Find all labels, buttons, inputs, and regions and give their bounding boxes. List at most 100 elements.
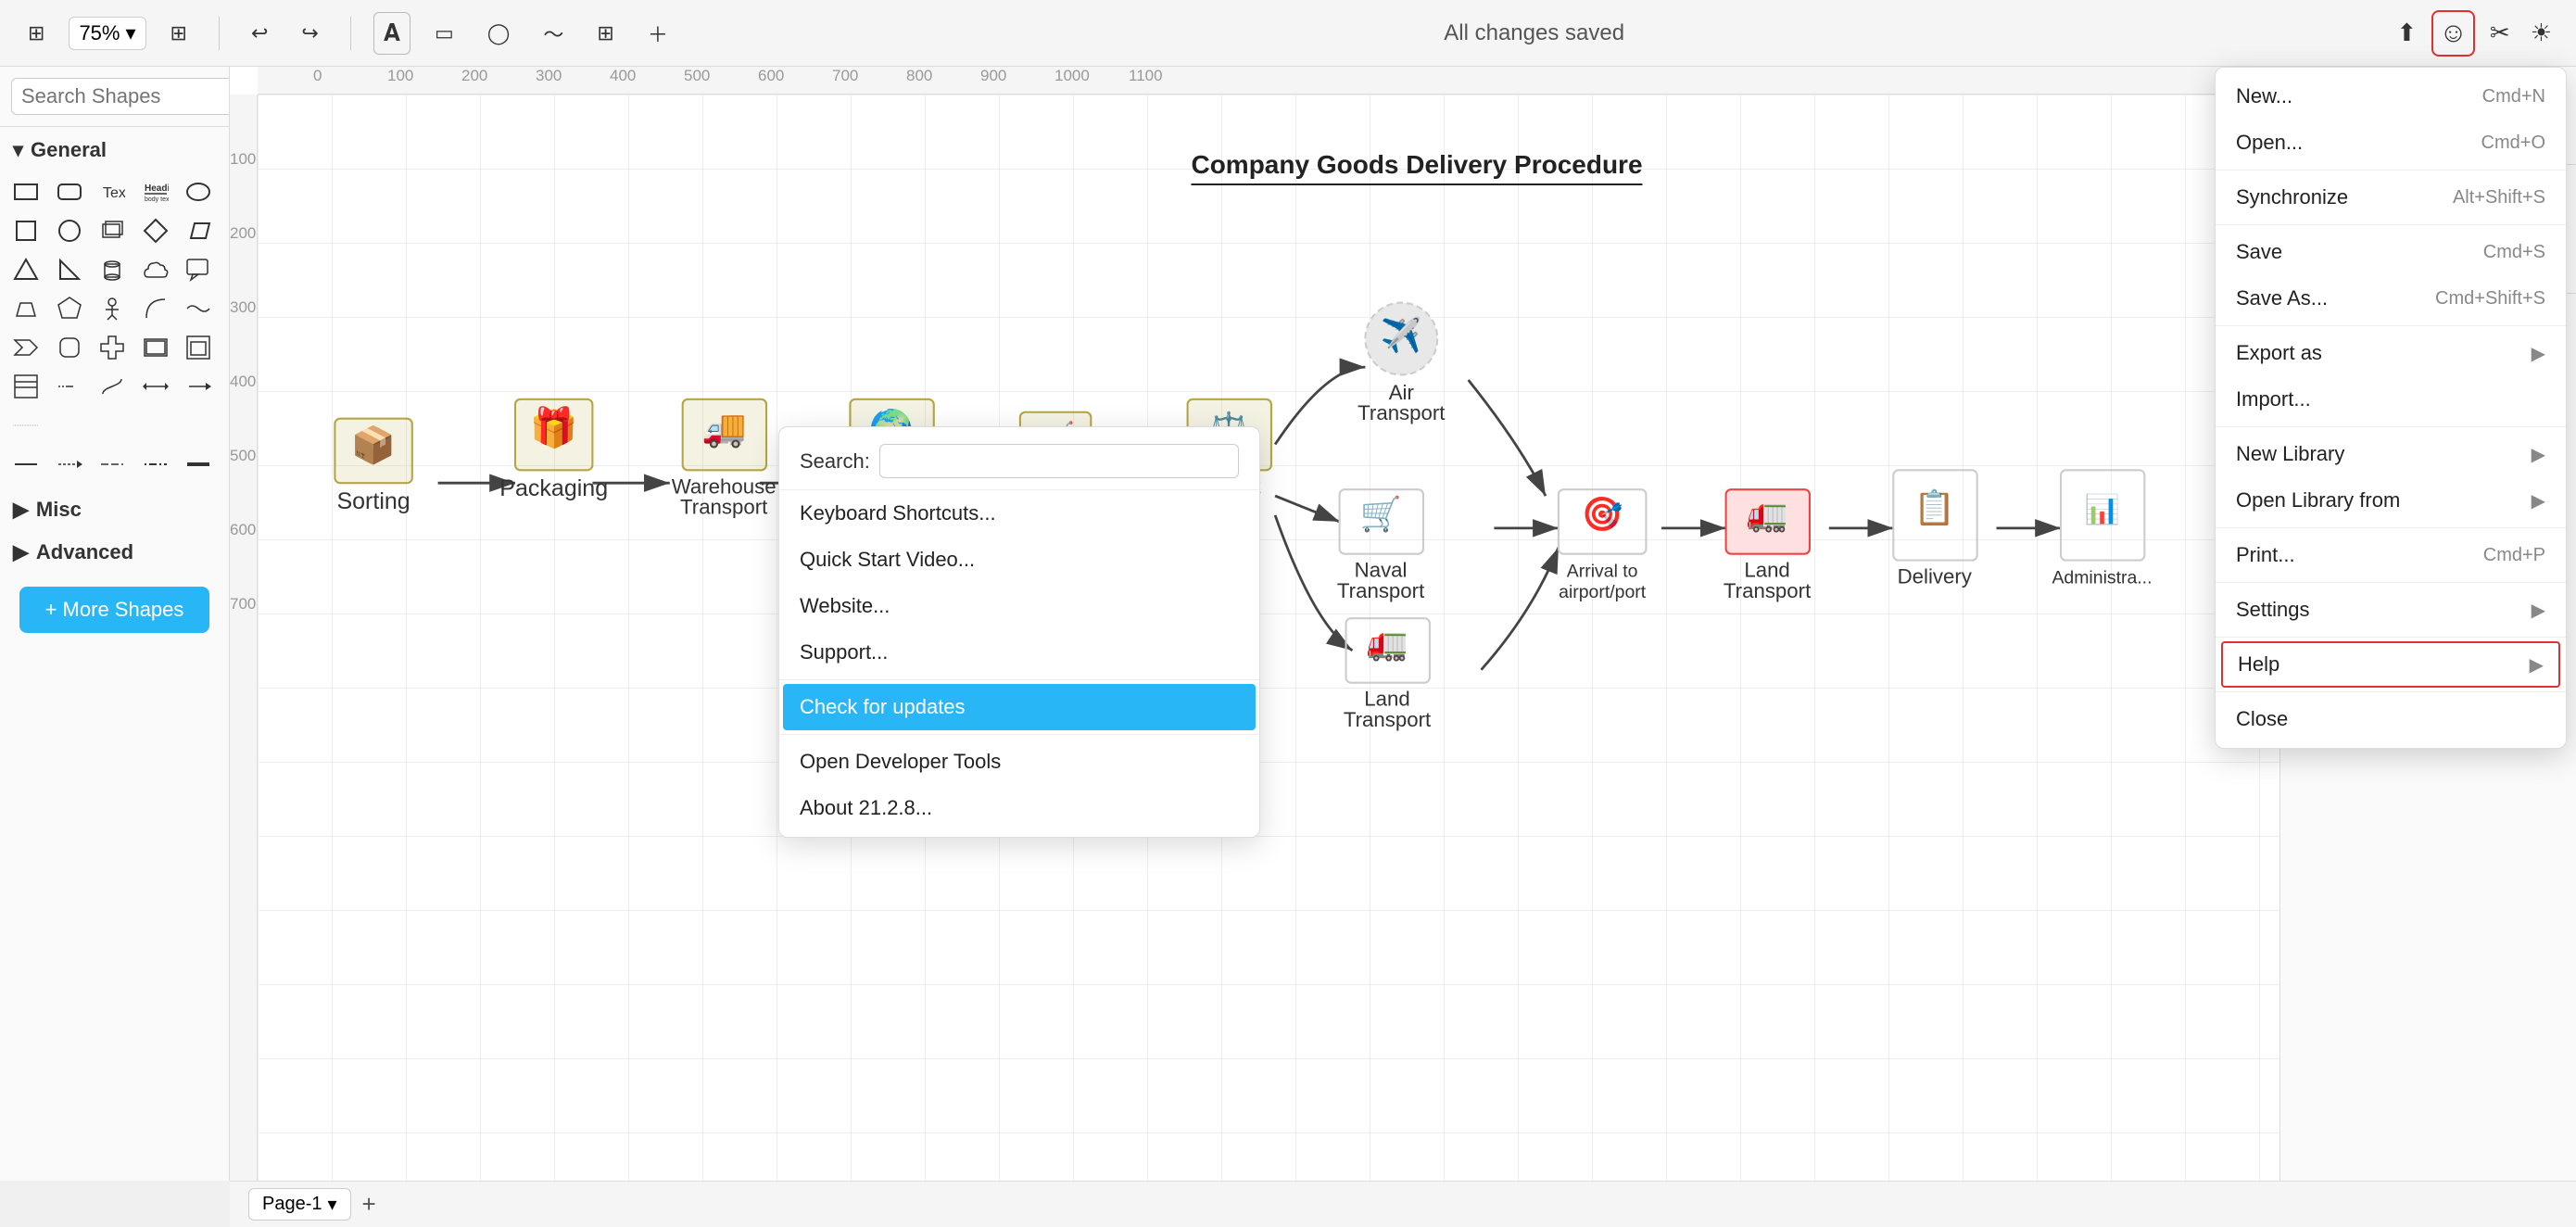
shape-rect[interactable] xyxy=(9,175,43,209)
help-about[interactable]: About 21.2.8... xyxy=(779,785,1259,831)
menu-export[interactable]: Export as ▶ xyxy=(2216,330,2566,376)
page-tab[interactable]: Page-1 ▾ xyxy=(248,1188,351,1221)
shape-callout[interactable] xyxy=(182,253,215,286)
shape-wave[interactable] xyxy=(182,292,215,325)
shape-line-dash[interactable] xyxy=(95,448,129,481)
menu-save-as-label: Save As... xyxy=(2236,286,2328,310)
menu-divider-2 xyxy=(2216,224,2566,225)
table-tool-btn[interactable]: ⊞ xyxy=(587,16,623,51)
shape-diamond[interactable] xyxy=(139,214,172,247)
shape-cloud[interactable] xyxy=(139,253,172,286)
svg-text:Administra...: Administra... xyxy=(2052,568,2152,588)
general-label: General xyxy=(31,138,107,162)
shapes-grid-general: Text Headingbody text xyxy=(0,170,229,487)
sidebar-section-advanced[interactable]: ▶ Advanced xyxy=(0,529,229,572)
sidebar-section-general[interactable]: ▾ General xyxy=(0,127,229,170)
help-shortcuts[interactable]: Keyboard Shortcuts... xyxy=(779,490,1259,537)
help-shortcuts-label: Keyboard Shortcuts... xyxy=(800,501,996,525)
svg-text:Land: Land xyxy=(1744,559,1789,582)
svg-text:Text: Text xyxy=(103,185,125,201)
shape-ellipse[interactable] xyxy=(182,175,215,209)
shape-dash-line[interactable] xyxy=(53,370,86,403)
panels-toggle-btn[interactable]: ⊞ xyxy=(19,16,54,51)
shape-chevron[interactable] xyxy=(9,331,43,364)
shape-arc[interactable] xyxy=(139,292,172,325)
shape-s-curve[interactable] xyxy=(95,370,129,403)
shape-line-arrow[interactable] xyxy=(53,448,86,481)
menu-save[interactable]: Save Cmd+S xyxy=(2216,229,2566,275)
help-updates[interactable]: Check for updates xyxy=(783,684,1256,730)
share-btn[interactable]: ⬆ xyxy=(2391,13,2422,53)
shape-double-rect[interactable] xyxy=(139,331,172,364)
shape-cross[interactable] xyxy=(95,331,129,364)
diagram-title: Company Goods Delivery Procedure xyxy=(1191,150,1642,185)
shape-parallelogram[interactable] xyxy=(182,214,215,247)
divider-1 xyxy=(219,17,220,50)
shape-circle[interactable] xyxy=(53,214,86,247)
shape-arrow-r[interactable] xyxy=(182,370,215,403)
add-page-icon-btn[interactable]: ⊞ xyxy=(161,16,196,51)
undo-btn[interactable]: ↩ xyxy=(242,16,277,51)
shape-trapezoid[interactable] xyxy=(9,292,43,325)
help-website[interactable]: Website... xyxy=(779,583,1259,629)
shape-frame[interactable] xyxy=(182,331,215,364)
shape-line-thick[interactable] xyxy=(182,448,215,481)
menu-new-library[interactable]: New Library ▶ xyxy=(2216,431,2566,477)
text-tool-btn[interactable]: 𝐀 xyxy=(373,12,410,55)
help-support[interactable]: Support... xyxy=(779,629,1259,676)
status-text: All changes saved xyxy=(1444,20,1624,45)
menu-print[interactable]: Print... Cmd+P xyxy=(2216,532,2566,578)
shape-rounded-square[interactable] xyxy=(53,331,86,364)
help-search-input[interactable] xyxy=(879,444,1239,478)
shape-text[interactable]: Text xyxy=(95,175,129,209)
shape-rounded-rect[interactable] xyxy=(53,175,86,209)
shape-line-dotdash[interactable] xyxy=(139,448,172,481)
add-page-btn[interactable]: + xyxy=(362,1190,376,1219)
shape-pentagon[interactable] xyxy=(53,292,86,325)
face-btn[interactable]: ☺ xyxy=(2431,10,2475,57)
draw-tool-btn[interactable]: 〜 xyxy=(534,13,573,54)
svg-text:🎯: 🎯 xyxy=(1582,495,1623,533)
ellipse-tool-btn[interactable]: ◯ xyxy=(478,16,520,51)
menu-open-library[interactable]: Open Library from ▶ xyxy=(2216,477,2566,524)
menu-divider-6 xyxy=(2216,582,2566,583)
shape-list[interactable] xyxy=(9,370,43,403)
shape-3d-rect[interactable] xyxy=(95,214,129,247)
menu-help-arrow: ▶ xyxy=(2530,653,2544,677)
shape-cylinder[interactable] xyxy=(95,253,129,286)
search-input[interactable] xyxy=(11,78,230,115)
shape-line-plain[interactable] xyxy=(9,448,43,481)
theme-btn[interactable]: ☀ xyxy=(2525,13,2557,53)
insert-tool-btn[interactable]: ＋ xyxy=(638,13,677,54)
zoom-control[interactable]: 75% ▾ xyxy=(69,17,145,50)
menu-import[interactable]: Import... xyxy=(2216,376,2566,423)
rect-tool-btn[interactable]: ▭ xyxy=(425,16,463,51)
menu-close[interactable]: Close xyxy=(2216,696,2566,742)
shape-triangle[interactable] xyxy=(9,253,43,286)
svg-text:Arrival to: Arrival to xyxy=(1567,562,1638,582)
help-devtools[interactable]: Open Developer Tools xyxy=(779,739,1259,785)
shape-actor[interactable] xyxy=(95,292,129,325)
menu-new-label: New... xyxy=(2236,84,2292,108)
svg-text:📊: 📊 xyxy=(2084,493,2119,525)
svg-text:📦: 📦 xyxy=(351,424,396,465)
shape-square[interactable] xyxy=(9,214,43,247)
menu-help[interactable]: Help ▶ xyxy=(2221,641,2560,688)
misc-chevron: ▶ xyxy=(13,498,29,522)
shape-right-triangle[interactable] xyxy=(53,253,86,286)
menu-open[interactable]: Open... Cmd+O xyxy=(2216,120,2566,166)
shape-heading[interactable]: Headingbody text xyxy=(139,175,172,209)
shape-dashed[interactable] xyxy=(9,409,43,442)
help-about-label: About 21.2.8... xyxy=(800,796,932,819)
scissors-btn[interactable]: ✂ xyxy=(2484,13,2516,53)
menu-settings[interactable]: Settings ▶ xyxy=(2216,587,2566,633)
shape-arrow-lr[interactable] xyxy=(139,370,172,403)
redo-btn[interactable]: ↪ xyxy=(292,16,327,51)
menu-save-as[interactable]: Save As... Cmd+Shift+S xyxy=(2216,275,2566,322)
more-shapes-btn[interactable]: + More Shapes xyxy=(19,587,210,633)
svg-text:body text: body text xyxy=(145,196,169,203)
help-quickstart[interactable]: Quick Start Video... xyxy=(779,537,1259,583)
menu-new[interactable]: New... Cmd+N xyxy=(2216,73,2566,120)
menu-sync[interactable]: Synchronize Alt+Shift+S xyxy=(2216,174,2566,221)
sidebar-section-misc[interactable]: ▶ Misc xyxy=(0,487,229,529)
